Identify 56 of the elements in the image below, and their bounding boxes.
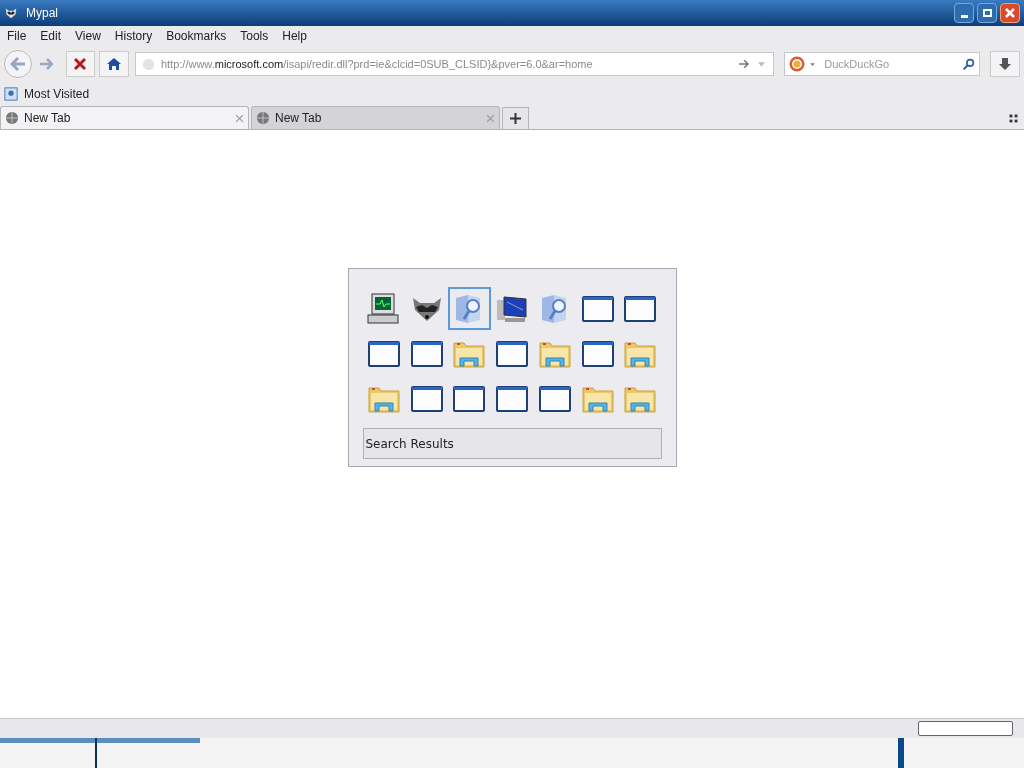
new-tab-button[interactable] <box>502 107 529 129</box>
globe-icon <box>5 111 19 125</box>
window-icon <box>368 340 400 367</box>
tab-title: New Tab <box>24 110 72 127</box>
close-icon <box>486 113 495 123</box>
globe-icon <box>141 57 155 71</box>
window-icon <box>496 385 529 412</box>
tab-title: New Tab <box>275 110 323 127</box>
close-button[interactable] <box>1000 3 1020 23</box>
window-icon <box>496 340 529 367</box>
download-arrow-icon <box>998 57 1013 71</box>
close-icon <box>1004 7 1016 19</box>
menu-item[interactable]: Edit <box>40 27 62 45</box>
address-bar[interactable]: http://www.microsoft.com/isapi/redir.dll?prd=ie&clcid=0SUB_CLSID}&pver=6.0&ar=home <box>134 52 775 76</box>
menu-item[interactable]: Bookmarks <box>166 27 227 45</box>
close-icon <box>235 113 244 123</box>
menu-item[interactable]: File <box>7 27 27 45</box>
go-arrow-icon <box>737 58 751 70</box>
home-icon <box>106 57 123 71</box>
globe-icon <box>256 111 270 125</box>
bookmark-item[interactable]: Most Visited <box>24 85 90 103</box>
grid-icon <box>1009 114 1018 123</box>
menu-item[interactable]: View <box>75 27 101 45</box>
dropdown-icon <box>756 59 768 69</box>
stop-button[interactable] <box>65 51 96 77</box>
browser-tab[interactable]: New Tab <box>251 106 500 129</box>
switcher-label: Search Results <box>362 428 662 459</box>
browser-tab[interactable]: New Tab <box>0 106 249 129</box>
window-icon <box>624 295 657 322</box>
search-placeholder: DuckDuckGo <box>824 56 891 72</box>
search-icon <box>962 57 976 71</box>
window-icon <box>581 340 614 367</box>
plus-icon <box>510 113 521 124</box>
caret-icon <box>809 61 817 67</box>
window-icon <box>581 295 614 322</box>
back-arrow-icon <box>9 57 26 71</box>
window-icon <box>538 385 571 412</box>
menu-item[interactable]: History <box>114 27 153 45</box>
menu-item[interactable]: Tools <box>240 27 269 45</box>
menu-item[interactable]: Help <box>282 27 307 45</box>
window-icon <box>453 385 486 412</box>
download-button[interactable] <box>990 51 1020 77</box>
restore-button[interactable] <box>977 3 997 23</box>
stop-icon <box>73 57 88 71</box>
window-icon <box>410 340 443 367</box>
minimize-button[interactable] <box>954 3 974 23</box>
bookmark-folder-icon <box>4 87 18 101</box>
home-button[interactable] <box>99 51 129 77</box>
computer-icon <box>495 293 530 324</box>
duck-icon <box>789 56 806 72</box>
forward-arrow-icon <box>38 58 53 70</box>
monitor-icon <box>367 292 401 325</box>
window-title: Mypal <box>26 5 58 22</box>
address-text: http://www.microsoft.com/isapi/redir.dll?prd=ie&clcid=0SUB_CLSID}&pver=6.0&ar=home <box>160 56 593 72</box>
window-icon <box>410 385 443 412</box>
switcher-item[interactable] <box>447 287 491 330</box>
